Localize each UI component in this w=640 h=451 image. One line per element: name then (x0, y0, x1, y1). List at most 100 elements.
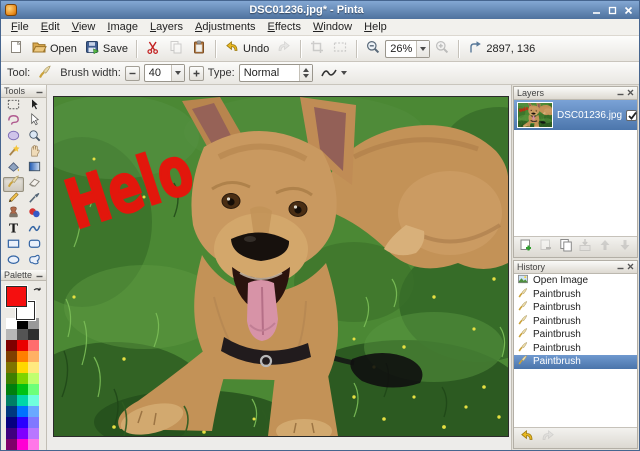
palette-swatch[interactable] (28, 395, 39, 406)
palette-swatch[interactable] (28, 384, 39, 395)
menu-edit[interactable]: Edit (35, 20, 66, 34)
layer-thumbnail (517, 102, 553, 128)
palette-swatch[interactable] (6, 406, 17, 417)
layer-name: DSC01236.jpg (557, 110, 622, 121)
zoom-out-button[interactable] (362, 37, 384, 60)
palette-swatch[interactable] (17, 351, 28, 362)
curve-style-button[interactable] (317, 64, 350, 82)
paste-button[interactable] (188, 37, 210, 60)
redo-button[interactable] (538, 430, 557, 447)
palette-swatch[interactable] (6, 362, 17, 373)
collapse-icon[interactable] (617, 88, 624, 98)
layer-row[interactable]: DSC01236.jpg (514, 100, 637, 130)
history-item[interactable]: Paintbrush (514, 301, 637, 315)
cut-button[interactable] (142, 37, 164, 60)
palette-swatch[interactable] (6, 329, 17, 340)
canvas-workspace[interactable]: Helo (47, 85, 511, 450)
close-icon[interactable] (627, 88, 634, 98)
palette-swatch[interactable] (17, 384, 28, 395)
zoom-in-button[interactable] (431, 37, 453, 60)
collapse-icon[interactable] (617, 262, 624, 272)
history-item[interactable]: Paintbrush (514, 342, 637, 356)
layer-visibility-checkbox[interactable] (626, 110, 637, 121)
close-button[interactable] (624, 6, 633, 15)
collapse-icon[interactable] (36, 86, 43, 96)
palette-swatch[interactable] (17, 428, 28, 439)
palette-swatch[interactable] (6, 395, 17, 406)
palette-swatch[interactable] (17, 439, 28, 450)
primary-color-swatch[interactable] (6, 286, 27, 307)
menu-effects[interactable]: Effects (262, 20, 307, 34)
history-item[interactable]: Paintbrush (514, 355, 637, 369)
new-image-button[interactable] (5, 37, 27, 60)
palette-swatch[interactable] (28, 373, 39, 384)
palette-swatch[interactable] (6, 428, 17, 439)
palette-swatch[interactable] (6, 439, 17, 450)
palette-swatch[interactable] (28, 329, 39, 340)
menu-image[interactable]: Image (101, 20, 144, 34)
crop-to-selection-button[interactable] (306, 37, 328, 60)
palette-swatch[interactable] (28, 417, 39, 428)
title-bar[interactable]: DSC01236.jpg* - Pinta (1, 1, 639, 19)
open-button[interactable]: Open (28, 37, 80, 60)
zoom-level-combo[interactable]: 26% (385, 40, 430, 58)
palette-swatch[interactable] (17, 395, 28, 406)
history-item[interactable]: Open Image (514, 274, 637, 288)
canvas-image[interactable]: Helo (54, 97, 508, 436)
deselect-button[interactable] (329, 37, 351, 60)
image-canvas[interactable]: Helo (53, 96, 509, 437)
palette-swatch[interactable] (17, 406, 28, 417)
palette-swatch[interactable] (28, 351, 39, 362)
palette-swatch[interactable] (28, 439, 39, 450)
menu-help[interactable]: Help (358, 20, 393, 34)
tool-freeform-shape[interactable] (24, 254, 45, 270)
menu-adjustments[interactable]: Adjustments (189, 20, 262, 34)
paintbrush-icon (517, 354, 529, 369)
palette-swatch[interactable] (17, 373, 28, 384)
palette-swatch[interactable] (17, 329, 28, 340)
undo-button[interactable] (517, 430, 536, 447)
menu-file[interactable]: File (5, 20, 35, 34)
blend-type-combo[interactable]: Normal (239, 64, 313, 82)
palette-swatch[interactable] (6, 340, 17, 351)
tool-ellipse[interactable] (3, 254, 24, 270)
copy-button[interactable] (165, 37, 187, 60)
maximize-button[interactable] (608, 6, 617, 15)
palette-swatch[interactable] (28, 340, 39, 351)
palette-swatch[interactable] (17, 417, 28, 428)
history-item[interactable]: Paintbrush (514, 288, 637, 302)
brush-width-combo[interactable]: 40 (144, 64, 185, 82)
remove-layer-button[interactable] (537, 239, 555, 256)
palette-swatch[interactable] (28, 428, 39, 439)
minimize-button[interactable] (592, 6, 601, 15)
decrease-brush-width-button[interactable] (125, 66, 140, 81)
current-tool-button[interactable] (34, 62, 56, 85)
palette-swatch[interactable] (28, 362, 39, 373)
move-layer-down-button[interactable] (616, 239, 634, 256)
merge-layer-down-button[interactable] (576, 239, 594, 256)
redo-button[interactable] (273, 37, 295, 60)
palette-swatch[interactable] (17, 362, 28, 373)
menu-view[interactable]: View (66, 20, 102, 34)
undo-button[interactable]: Undo (221, 37, 272, 60)
history-item[interactable]: Paintbrush (514, 328, 637, 342)
close-icon[interactable] (627, 262, 634, 272)
history-item[interactable]: Paintbrush (514, 315, 637, 329)
palette-swatch[interactable] (6, 417, 17, 428)
menu-window[interactable]: Window (307, 20, 358, 34)
pinta-app-icon (5, 4, 17, 16)
palette-swatch[interactable] (6, 351, 17, 362)
duplicate-layer-button[interactable] (557, 239, 575, 256)
increase-brush-width-button[interactable] (189, 66, 204, 81)
add-layer-button[interactable] (517, 239, 535, 256)
collapse-icon[interactable] (36, 270, 43, 280)
palette-swatch[interactable] (6, 373, 17, 384)
paste-icon (191, 39, 207, 58)
menu-layers[interactable]: Layers (144, 20, 189, 34)
move-layer-up-button[interactable] (596, 239, 614, 256)
swap-colors-icon[interactable] (33, 283, 42, 301)
palette-swatch[interactable] (28, 406, 39, 417)
palette-swatch[interactable] (17, 340, 28, 351)
palette-swatch[interactable] (6, 384, 17, 395)
save-button[interactable]: Save (81, 37, 131, 60)
